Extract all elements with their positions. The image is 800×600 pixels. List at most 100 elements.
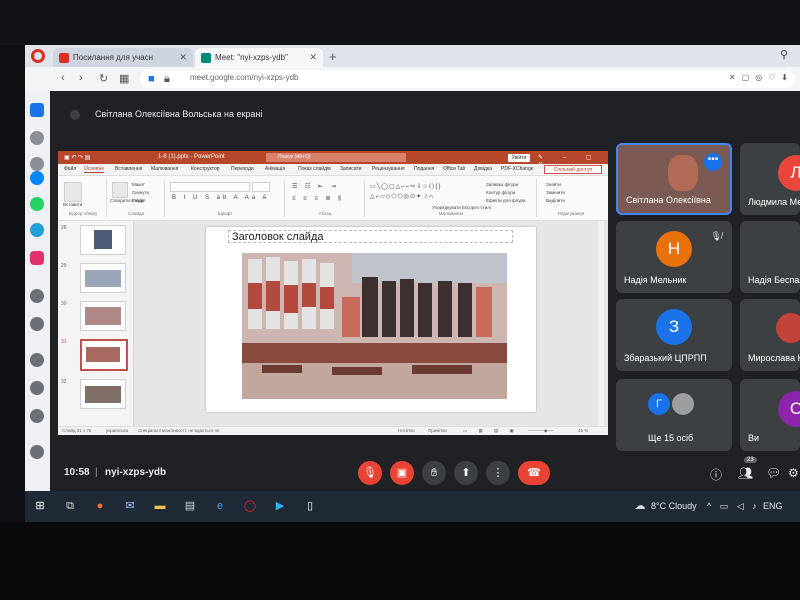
browser-tab-links[interactable]: Посилання для учасн ✕ [53,48,193,67]
shape-effects-button[interactable]: Ефекти для фігури [486,198,526,203]
tab-pdf-xchange[interactable]: PDF-XChange [501,166,534,172]
instagram-icon[interactable] [30,251,44,265]
font-size-field[interactable] [252,182,270,192]
windows-start-icon[interactable]: ⊞ [33,499,47,513]
tab-animations[interactable]: Анімація [265,166,285,172]
accessibility-status[interactable]: Спеціальні можливості: не вдається пе [138,428,220,433]
participant-tile[interactable]: З Збаразький ЦПРПП [616,299,732,371]
input-language[interactable]: ENG [763,501,783,511]
whatsapp-icon[interactable] [30,197,44,211]
people-icon[interactable]: 👥︎ [738,466,753,480]
zoom-level[interactable]: 45 % [578,428,588,433]
section-button[interactable]: Розділ [132,198,145,203]
document-icon[interactable]: ▯ [303,499,317,513]
home-icon[interactable] [30,131,44,145]
new-slide-icon[interactable] [112,182,128,198]
ppt-search-box[interactable]: Пошук (Alt+Q) [266,153,406,162]
file-explorer-icon[interactable]: ▬ [153,499,167,513]
close-tab-icon[interactable]: ✕ [179,52,187,63]
chat-icon[interactable]: 💬︎ [766,466,781,480]
language-status[interactable]: українська [106,428,128,433]
comments-button[interactable]: Примітки [428,428,447,433]
history-icon[interactable] [30,381,44,395]
bulb-icon[interactable] [30,445,44,459]
more-participants-tile[interactable]: Г Ще 15 осіб [616,379,732,451]
tab-home[interactable]: Основне [84,166,105,173]
present-button[interactable]: ⬆ [454,461,478,485]
bookmarks-icon[interactable] [30,157,44,171]
layout-button[interactable]: Макет [132,182,145,187]
telegram-icon[interactable] [30,223,44,237]
activities-icon[interactable]: ⚙ [788,466,799,480]
close-tab-icon[interactable]: ✕ [309,52,317,63]
slide-thumbnail-selected[interactable] [80,339,128,371]
find-button[interactable]: Знайти [546,182,561,187]
slide-thumbnail[interactable] [80,379,126,409]
reset-button[interactable]: Скинути [132,190,149,195]
slide-photo[interactable] [242,253,507,399]
tab-design[interactable]: Конструктор [191,166,220,172]
settings-icon[interactable] [30,409,44,423]
participant-tile[interactable]: Н 🎙︎̸ Надія Мельник [616,221,732,293]
mail-icon[interactable]: ✉ [123,499,137,513]
more-options-icon[interactable]: ••• [704,153,722,171]
tab-view[interactable]: Подання [414,166,434,172]
task-view-icon[interactable]: ⧉ [63,499,77,513]
participant-tile[interactable]: Л Людмила Ме [740,143,800,215]
more-options-button[interactable]: ⋮ [486,461,510,485]
end-call-button[interactable]: ☎ [518,461,550,485]
select-button[interactable]: Виділити [546,198,565,203]
replace-button[interactable]: Замінити [546,190,565,195]
tab-slideshow[interactable]: Показ слайдів [298,166,331,172]
autosave-icon[interactable]: ▣ ↶ ↷ ▤ [64,154,90,161]
tab-transitions[interactable]: Переходи [231,166,254,172]
weather-text[interactable]: 8°C Cloudy [651,501,697,511]
tab-record[interactable]: Записати [340,166,362,172]
opera-taskbar-icon[interactable]: ◯ [243,499,257,513]
info-icon[interactable]: ⓘ [710,466,722,483]
edge-icon[interactable]: e [213,499,227,513]
media-player-icon[interactable]: ▶ [273,499,287,513]
slide-title-placeholder[interactable]: Заголовок слайда [228,230,513,243]
system-tray-icons[interactable]: ^ ▭ ◁ ♪ [707,501,760,512]
camera-toggle-button[interactable]: ▣ [390,461,414,485]
opera-menu-icon[interactable] [31,49,45,63]
tab-help[interactable]: Довідка [474,166,492,172]
share-button[interactable]: Спільний доступ [544,165,602,174]
raise-hand-button[interactable]: ✋︎ [422,461,446,485]
tab-search-icon[interactable]: ⚲ [780,48,788,61]
tab-draw[interactable]: Малювання [151,166,178,172]
store-icon[interactable]: ▤ [183,499,197,513]
slide-thumbnail[interactable] [80,263,126,293]
shape-fill-button[interactable]: Заливка фігури [486,182,518,187]
list-icons[interactable]: ☰ ☷ ⇤ ⇥ [292,183,339,190]
back-button[interactable]: ‹ [61,72,65,84]
shapes-gallery-row2[interactable]: △⌐▱◇⬠⬡◎⬭✦☽⌒ [370,193,434,201]
participant-tile[interactable]: Надія Беспал [740,221,800,293]
forward-button[interactable]: › [79,72,83,84]
slide-thumbnail[interactable] [80,301,126,331]
speed-dial-sidebar-icon[interactable] [30,103,44,117]
zoom-slider[interactable]: ─────◆── [528,428,554,434]
align-icons[interactable]: ≡ ≡ ≡ ≣ ⫼ [292,195,344,203]
participant-tile[interactable]: Мирослава К [740,299,800,371]
player-icon[interactable] [30,289,44,303]
tab-review[interactable]: Рецензування [372,166,405,172]
tab-office-tab[interactable]: Office Tab [443,166,465,172]
paste-icon[interactable] [64,182,82,202]
paste-button[interactable]: Вставити [63,202,82,207]
view-buttons[interactable]: ▭ ▦ ▤ ▣ [463,428,519,434]
speed-dial-icon[interactable]: ▦ [119,72,129,85]
participant-tile-presenter[interactable]: ••• Світлана Олексіївна [616,143,732,215]
tab-insert[interactable]: Вставлення [115,166,142,172]
quick-styles-button[interactable]: Експрес-стилі [462,205,491,210]
browser-tab-meet[interactable]: Meet: "nyi-xzps-ydb" ✕ [195,48,323,67]
tab-file[interactable]: Файл [64,166,76,172]
new-tab-button[interactable]: + [329,49,337,64]
mic-toggle-button[interactable]: 🎙︎ [358,461,382,485]
self-tile[interactable]: С Ви [740,379,800,451]
slide-thumbnail[interactable] [80,225,126,255]
font-name-field[interactable] [170,182,250,192]
shape-outline-button[interactable]: Контур фігури [486,190,515,195]
slide-scrollbar[interactable] [598,221,604,426]
